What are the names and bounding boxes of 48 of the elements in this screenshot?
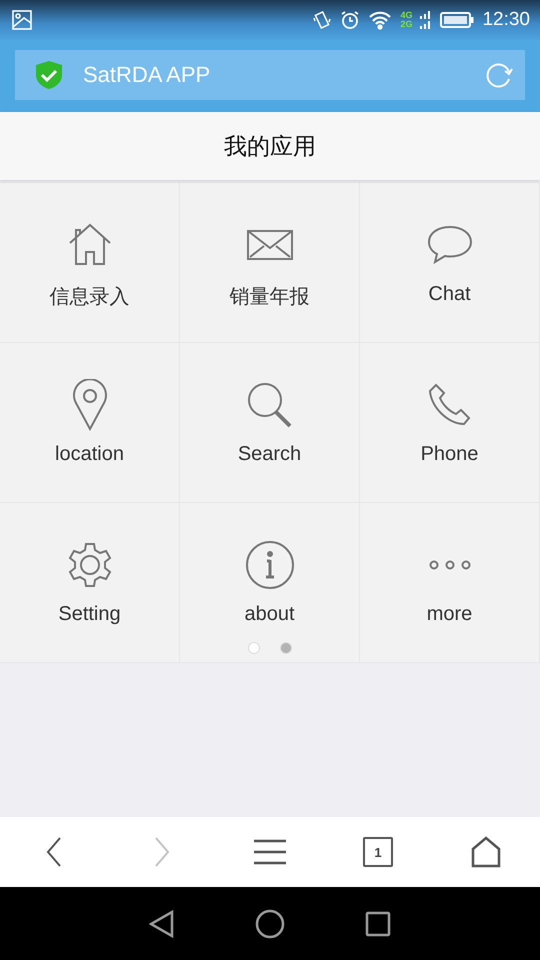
app-label: about [244, 603, 295, 626]
menu-icon [253, 838, 287, 866]
app-label: Chat [428, 283, 471, 306]
more-icon [428, 560, 470, 570]
app-label: location [55, 443, 124, 466]
page-address: SatRDA APP [83, 62, 212, 88]
app-tile[interactable]: about [180, 503, 360, 663]
image-icon [12, 10, 32, 30]
app-tile[interactable]: 销量年报 [180, 183, 360, 343]
vibrate-icon [312, 10, 332, 30]
app-label: Setting [58, 603, 121, 626]
app-label: Phone [420, 443, 478, 466]
recent-apps-icon[interactable] [365, 910, 391, 936]
app-tile[interactable]: location [0, 343, 180, 503]
page-title: 我的应用 [224, 132, 316, 160]
network-label: 2G [400, 20, 412, 29]
app-tile[interactable]: Search [180, 343, 360, 503]
signal-icon [420, 10, 432, 30]
home-icon[interactable] [255, 908, 285, 938]
alarm-clock-icon [340, 10, 360, 30]
app-label: 信息录入 [50, 285, 130, 310]
app-tile[interactable]: 信息录入 [0, 183, 180, 343]
app-label: 销量年报 [230, 285, 310, 310]
chevron-right-icon [154, 836, 170, 868]
tabs-button[interactable]: 1 [363, 837, 393, 867]
network-label: 4G [400, 11, 412, 20]
battery-icon [440, 11, 474, 29]
info-icon [244, 540, 294, 590]
speech-bubble-icon [426, 224, 474, 266]
clock-time: 12:30 [482, 9, 530, 31]
search-icon [246, 381, 294, 429]
app-label: more [426, 603, 472, 626]
page-dot[interactable] [248, 642, 260, 654]
app-label: Search [238, 443, 302, 466]
page-dot[interactable] [280, 642, 292, 654]
app-tile[interactable]: Phone [360, 343, 540, 503]
chevron-left-icon [46, 836, 62, 868]
wifi-icon [368, 10, 392, 30]
phone-icon [428, 383, 472, 427]
gear-icon [66, 541, 114, 589]
app-tile[interactable]: more [360, 503, 540, 663]
app-tile[interactable]: Chat [360, 183, 540, 343]
map-pin-icon [72, 379, 108, 431]
envelope-icon [246, 228, 294, 262]
shield-check-icon [35, 60, 63, 90]
app-tile[interactable]: Setting [0, 503, 180, 663]
back-icon[interactable] [149, 910, 175, 938]
house-outline-icon [471, 836, 501, 868]
